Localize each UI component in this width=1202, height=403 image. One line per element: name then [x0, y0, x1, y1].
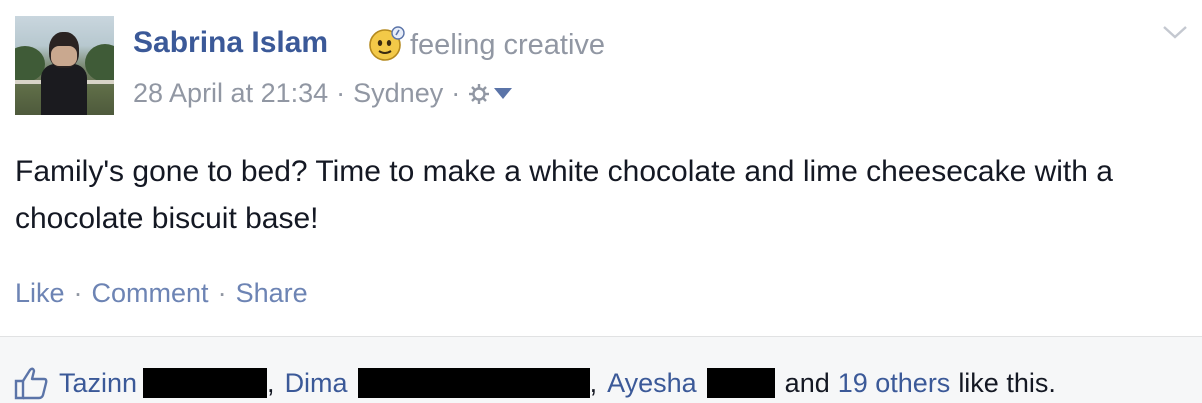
gear-icon: [469, 84, 490, 104]
likes-suffix: like this.: [958, 367, 1056, 398]
avatar[interactable]: [15, 16, 114, 115]
privacy-dropdown-caret-icon[interactable]: [494, 88, 513, 99]
action-separator: ·: [217, 278, 227, 308]
chevron-down-icon[interactable]: [1160, 22, 1190, 42]
action-separator: ·: [73, 278, 83, 308]
redaction-bar: [706, 368, 775, 398]
share-link[interactable]: Share: [236, 278, 308, 308]
post-location[interactable]: Sydney: [353, 78, 443, 109]
post-meta: 28 April at 21:34 · Sydney ·: [133, 78, 513, 109]
author-name[interactable]: Sabrina Islam: [133, 26, 328, 60]
post-actions: Like · Comment · Share: [15, 278, 308, 309]
redaction-bar: [143, 368, 268, 398]
liker-name[interactable]: Tazinn: [59, 368, 137, 399]
liker-name[interactable]: Ayesha: [607, 368, 697, 399]
list-comma: ,: [589, 367, 598, 398]
likes-and-text: and: [784, 367, 830, 398]
post-message: Family's gone to bed? Time to make a whi…: [15, 155, 1113, 235]
thumbs-up-icon: [14, 367, 48, 400]
likes-summary: Tazinn , Dima , Ayesha and 19 others lik…: [13, 366, 1056, 400]
redaction-bar: [357, 368, 590, 398]
comment-link[interactable]: Comment: [92, 278, 209, 308]
list-comma: ,: [267, 367, 275, 398]
feed-post: Sabrina Islam feeling creative 28 April …: [0, 0, 1202, 403]
meta-separator: ·: [336, 78, 346, 108]
others-link[interactable]: 19 others: [838, 368, 951, 399]
like-link[interactable]: Like: [15, 278, 65, 308]
meta-separator: ·: [451, 78, 461, 108]
liker-name[interactable]: Dima: [285, 368, 348, 399]
feeling-status: feeling creative: [410, 29, 606, 61]
post-timestamp[interactable]: 28 April at 21:34: [133, 78, 328, 109]
emoticon-creative-icon: [369, 26, 405, 61]
